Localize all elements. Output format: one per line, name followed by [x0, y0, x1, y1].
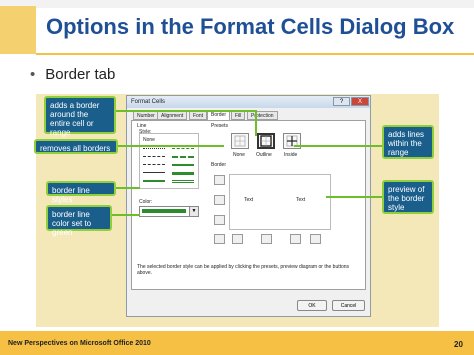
- presets-label: Presets: [211, 123, 228, 129]
- callout-adds-lines: adds lines within the range: [382, 125, 434, 159]
- gold-rule: [36, 53, 474, 55]
- tab-fill[interactable]: Fill: [231, 111, 246, 120]
- border-preview[interactable]: Text Text: [229, 174, 331, 230]
- color-swatch: [142, 209, 186, 213]
- arrow-removes-borders: [118, 145, 224, 147]
- bullet-text: Border tab: [45, 66, 116, 83]
- preset-none-button[interactable]: [231, 133, 249, 149]
- style-dash-green[interactable]: [172, 148, 194, 149]
- callout-adds-border: adds a border around the entire cell or …: [44, 96, 116, 137]
- chevron-down-icon: ▼: [189, 207, 198, 216]
- border-left-button[interactable]: [232, 234, 243, 244]
- preset-inside-label: Inside: [284, 152, 298, 158]
- style-dotted[interactable]: [143, 148, 165, 149]
- slide-title: Options in the Format Cells Dialog Box: [46, 14, 455, 39]
- page-number: 20: [454, 340, 463, 349]
- description-text: The selected border style can be applied…: [137, 264, 350, 276]
- arrow-adds-border-drop: [255, 110, 257, 136]
- color-dropdown[interactable]: ▼: [139, 206, 199, 217]
- footer-text: New Perspectives on Microsoft Office 201…: [8, 340, 151, 347]
- arrow-line-color: [112, 214, 140, 216]
- tab-alignment[interactable]: Alignment: [157, 111, 188, 120]
- style-thick[interactable]: [172, 172, 194, 175]
- style-dash-dot[interactable]: [143, 164, 165, 165]
- style-double[interactable]: [172, 180, 194, 183]
- style-medium[interactable]: [172, 164, 194, 166]
- top-strip: [0, 0, 474, 8]
- bullet-item: • Border tab: [30, 66, 115, 83]
- border-middle-button[interactable]: [214, 195, 225, 205]
- callout-border-line-color: border line color set to green: [46, 205, 112, 237]
- help-button[interactable]: ?: [333, 97, 350, 106]
- border-bottom-button[interactable]: [214, 215, 225, 225]
- border-group-label: Border: [211, 162, 227, 168]
- ok-button[interactable]: OK: [297, 300, 327, 311]
- style-dashed[interactable]: [143, 156, 165, 157]
- border-diag-down-button[interactable]: [310, 234, 321, 244]
- style-med-dash[interactable]: [172, 156, 194, 158]
- style-selected[interactable]: [143, 180, 165, 182]
- tab-font[interactable]: Font: [189, 111, 208, 120]
- preset-none-label: None: [233, 152, 245, 158]
- border-top-button[interactable]: [214, 175, 225, 185]
- callout-border-line-styles: border line styles: [46, 181, 116, 204]
- preset-outline-label: Outline: [256, 152, 272, 158]
- border-center-button[interactable]: [261, 234, 272, 244]
- gold-band: [0, 6, 36, 54]
- callout-preview: preview of the border style: [382, 180, 434, 214]
- callout-removes-borders: removes all borders: [34, 139, 118, 154]
- arrow-adds-border: [116, 110, 256, 112]
- bullet-dot-icon: •: [30, 66, 36, 83]
- style-none[interactable]: None: [143, 137, 155, 143]
- style-thin[interactable]: [143, 172, 165, 173]
- close-button[interactable]: X: [351, 97, 369, 106]
- border-right-button[interactable]: [290, 234, 301, 244]
- cancel-button[interactable]: Cancel: [332, 300, 365, 311]
- tab-number[interactable]: Number: [133, 111, 159, 120]
- preset-outline-button[interactable]: [257, 133, 275, 149]
- border-diag-up-button[interactable]: [214, 234, 225, 244]
- arrow-line-styles: [116, 187, 140, 189]
- tab-protection[interactable]: Protection: [247, 111, 278, 120]
- line-style-list[interactable]: None: [139, 133, 199, 189]
- color-label: Color:: [139, 199, 153, 205]
- arrow-adds-lines: [294, 145, 382, 147]
- preview-text-right: Text: [296, 197, 306, 203]
- format-cells-dialog: Format Cells ? X Number Alignment Font B…: [126, 95, 371, 317]
- preview-text-left: Text: [244, 197, 254, 203]
- arrow-preview: [326, 196, 382, 198]
